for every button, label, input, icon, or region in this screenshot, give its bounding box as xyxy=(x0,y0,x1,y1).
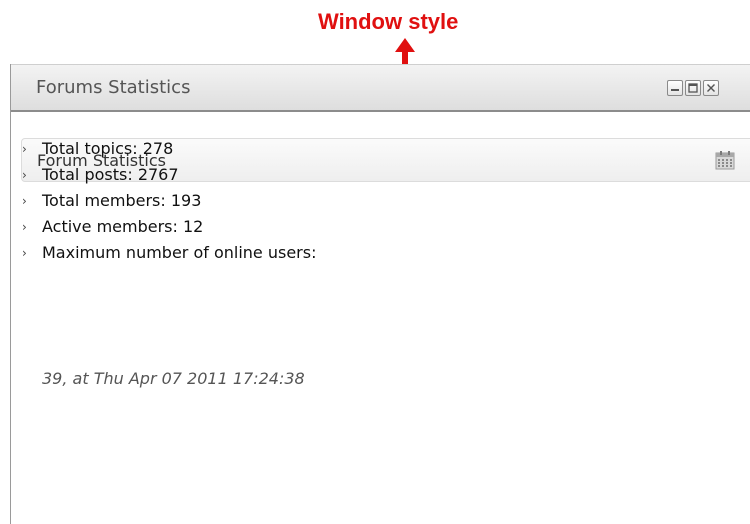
bullet-icon: › xyxy=(22,246,27,260)
max-online-detail: 39, at Thu Apr 07 2011 17:24:38 xyxy=(42,369,305,388)
forums-statistics-window: Forums Statistics Forum Statistics xyxy=(10,64,750,524)
stat-active-members: › Active members: 12 xyxy=(22,214,316,240)
maximize-icon xyxy=(688,83,698,93)
window-titlebar[interactable]: Forums Statistics xyxy=(11,64,750,112)
bullet-icon: › xyxy=(22,142,27,156)
stats-list: › Total topics: 278 › Total posts: 2767 … xyxy=(22,136,316,266)
bullet-icon: › xyxy=(22,168,27,182)
stat-label: Active members: 12 xyxy=(42,217,204,236)
close-button[interactable] xyxy=(703,80,719,96)
stat-label: Total posts: 2767 xyxy=(42,165,179,184)
stat-total-members: › Total members: 193 xyxy=(22,188,316,214)
maximize-button[interactable] xyxy=(685,80,701,96)
calendar-icon[interactable] xyxy=(714,150,736,170)
stat-label: Total members: 193 xyxy=(42,191,202,210)
bullet-icon: › xyxy=(22,194,27,208)
stat-label: Maximum number of online users: xyxy=(42,243,317,262)
window-controls xyxy=(667,80,719,96)
stat-max-online-users: › Maximum number of online users: xyxy=(22,240,316,266)
stat-label: Total topics: 278 xyxy=(42,139,174,158)
bullet-icon: › xyxy=(22,220,27,234)
close-icon xyxy=(707,84,715,92)
minimize-icon xyxy=(671,89,679,91)
minimize-button[interactable] xyxy=(667,80,683,96)
annotation-label: Window style xyxy=(318,9,459,34)
stat-total-posts: › Total posts: 2767 xyxy=(22,162,316,188)
window-title: Forums Statistics xyxy=(36,77,191,98)
stat-total-topics: › Total topics: 278 xyxy=(22,136,316,162)
